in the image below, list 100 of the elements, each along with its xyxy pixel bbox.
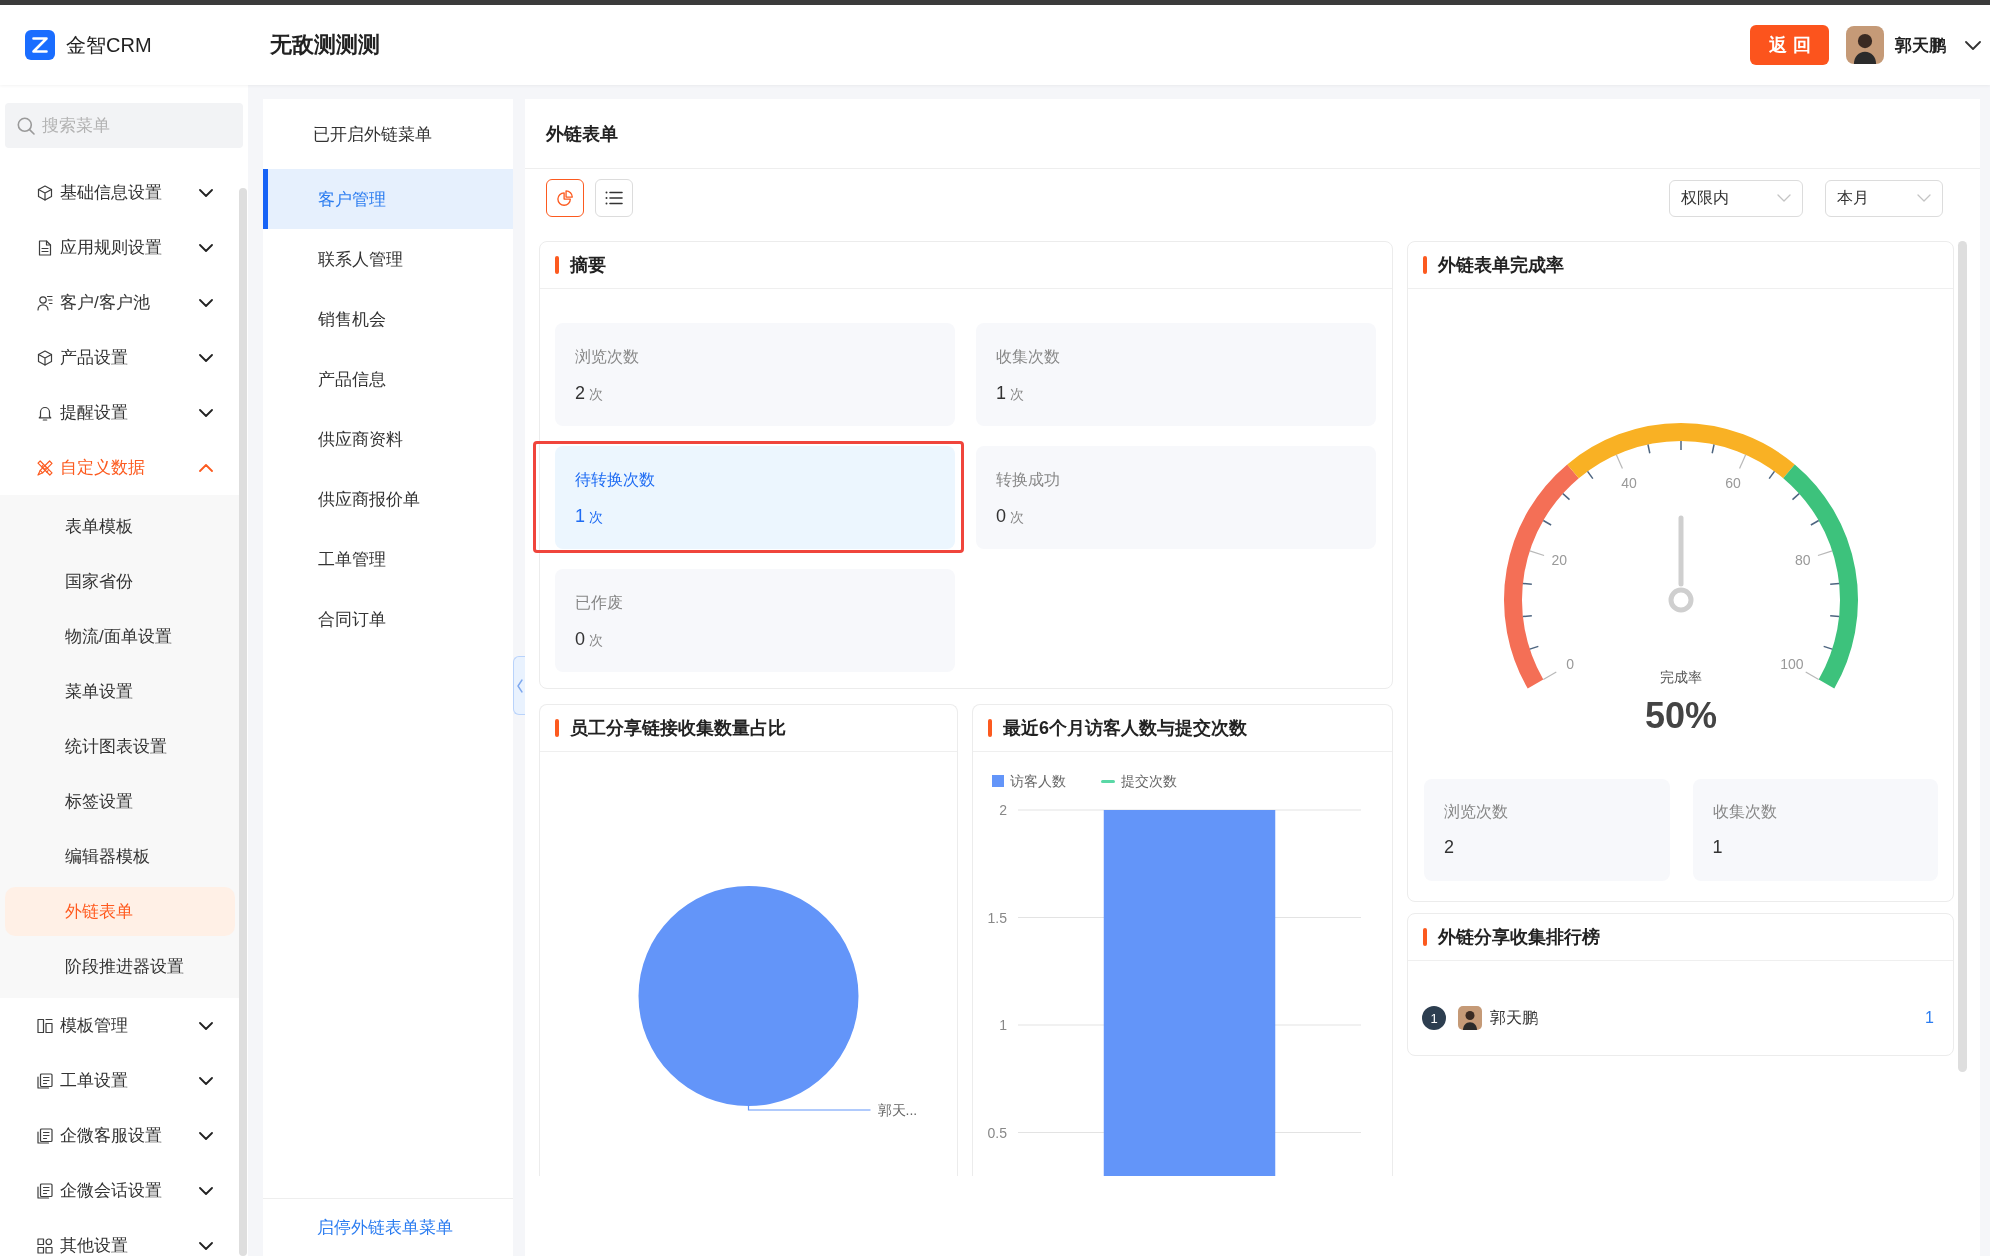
legend-label: 提交次数: [1121, 772, 1177, 790]
document-icon: [37, 239, 53, 256]
link-menu-item[interactable]: 销售机会: [263, 289, 513, 349]
scale-label: 0: [1565, 656, 1574, 672]
card-title: 外链分享收集排行榜: [1438, 926, 1600, 949]
menu-item[interactable]: 产品设置: [0, 330, 240, 385]
menu-item[interactable]: 工单设置: [0, 1053, 240, 1108]
user-name: 郭天鹏: [1490, 1007, 1538, 1028]
submenu-item[interactable]: 阶段推进器设置: [5, 942, 235, 991]
filter-dropdown[interactable]: 本月: [1825, 179, 1943, 217]
title-marker-icon: [555, 719, 559, 737]
chevron-down-icon: [199, 1131, 213, 1140]
stat-value: 0: [575, 628, 585, 651]
stat-tile[interactable]: 浏览次数 2 次: [555, 323, 955, 426]
gauge-reading: 50%: [1644, 694, 1717, 736]
section-title: 外链表单: [546, 122, 618, 146]
link-menu-item[interactable]: 产品信息: [263, 349, 513, 409]
chevron-down-icon: [199, 243, 213, 252]
menu-item[interactable]: 企微会话设置: [0, 1163, 240, 1218]
card-title: 摘要: [570, 254, 606, 277]
link-menu-item[interactable]: 工单管理: [263, 529, 513, 589]
layout-icon: [37, 1017, 53, 1034]
stat-value: 2: [575, 382, 585, 405]
link-menu-item[interactable]: 合同订单: [263, 589, 513, 649]
avatar-icon[interactable]: [1846, 26, 1884, 64]
stat-value: 1: [1712, 836, 1723, 859]
submenu-item[interactable]: 编辑器模板: [5, 832, 235, 881]
stat-label: 浏览次数: [1444, 802, 1508, 822]
list-view-button[interactable]: [595, 179, 633, 217]
chevron-down-icon: [199, 1241, 213, 1250]
collapse-handle[interactable]: [513, 656, 525, 715]
gauge-label: 完成率: [1659, 669, 1702, 685]
link-menu-item[interactable]: 客户管理: [263, 169, 513, 229]
submenu-item[interactable]: 物流/面单设置: [5, 612, 235, 661]
chevron-left-icon: [516, 678, 523, 693]
axis-label: 1.5: [987, 909, 1007, 926]
scale-label: 80: [1794, 552, 1810, 569]
search-field[interactable]: 搜索菜单: [5, 103, 243, 148]
pie-chart-icon: [556, 190, 574, 206]
stat-label: 收集次数: [1712, 802, 1777, 822]
grid-icon: [37, 1237, 53, 1254]
search-icon: [17, 116, 35, 135]
filter-dropdown[interactable]: 权限内: [1669, 179, 1803, 217]
stat-tile[interactable]: 转换成功 0 次: [976, 446, 1376, 549]
user-name: 郭天鹏: [1895, 34, 1946, 57]
submenu-item[interactable]: 国家省份: [5, 557, 235, 606]
stat-unit: 次: [1010, 508, 1024, 527]
logo-icon: [25, 30, 55, 60]
stat-value: 1: [996, 382, 1006, 405]
card-title: 员工分享链接收集数量占比: [570, 717, 786, 740]
link-menu-item[interactable]: 供应商报价单: [263, 469, 513, 529]
menu-item[interactable]: 其他设置: [0, 1218, 240, 1256]
cube-icon: [37, 184, 53, 201]
submenu-item[interactable]: 表单模板: [5, 502, 235, 551]
avatar-icon: [1458, 1006, 1482, 1030]
scale-label: 100: [1779, 656, 1804, 672]
stat-label: 已作废: [575, 593, 623, 613]
rank-badge: 1: [1422, 1006, 1446, 1030]
ruler-pencil-icon: [37, 459, 53, 476]
notes-icon: [37, 1182, 53, 1199]
chevron-up-icon: [199, 463, 213, 472]
scale-label: 60: [1724, 475, 1741, 492]
submenu-item[interactable]: 菜单设置: [5, 667, 235, 716]
chevron-down-icon[interactable]: [1965, 40, 1981, 50]
legend-label: 访客人数: [1010, 772, 1066, 790]
toggle-menu-link[interactable]: 启停外链表单菜单: [317, 1216, 453, 1239]
list-icon: [605, 190, 623, 206]
menu-item[interactable]: 应用规则设置: [0, 220, 240, 275]
chevron-down-icon: [199, 353, 213, 362]
stat-tile[interactable]: 收集次数 1 次: [976, 323, 1376, 426]
title-marker-icon: [988, 719, 992, 737]
menu-item[interactable]: 客户/客户池: [0, 275, 240, 330]
chevron-down-icon: [199, 298, 213, 307]
menu-item[interactable]: 企微客服设置: [0, 1108, 240, 1163]
scrollbar-thumb[interactable]: [1958, 241, 1967, 1072]
notes-icon: [37, 1127, 53, 1144]
chevron-down-icon: [199, 408, 213, 417]
chevron-down-icon: [199, 1186, 213, 1195]
stat-tile[interactable]: 待转换次数 1 次: [555, 446, 955, 549]
stat-unit: 次: [589, 508, 603, 527]
card-title: 外链表单完成率: [1438, 254, 1564, 277]
title-marker-icon: [555, 256, 559, 274]
cube-icon: [37, 349, 53, 366]
app-name: 金智CRM: [66, 32, 152, 58]
menu-item[interactable]: 模板管理: [0, 998, 240, 1053]
menu-item[interactable]: 提醒设置: [0, 385, 240, 440]
stat-value: 2: [1444, 836, 1454, 859]
user-icon: [37, 294, 53, 311]
stat-unit: 次: [589, 385, 603, 404]
link-menu-item[interactable]: 供应商资料: [263, 409, 513, 469]
scrollbar-thumb[interactable]: [239, 188, 247, 1256]
submenu-item[interactable]: 统计图表设置: [5, 722, 235, 771]
scale-label: 20: [1551, 552, 1567, 569]
stat-label: 待转换次数: [575, 470, 655, 490]
chart-view-button[interactable]: [546, 179, 584, 217]
scale-label: 40: [1620, 475, 1637, 492]
stat-tile[interactable]: 已作废 0 次: [555, 569, 955, 672]
submenu-item[interactable]: 标签设置: [5, 777, 235, 826]
menu-item[interactable]: 基础信息设置: [0, 165, 240, 220]
link-menu-item[interactable]: 联系人管理: [263, 229, 513, 289]
